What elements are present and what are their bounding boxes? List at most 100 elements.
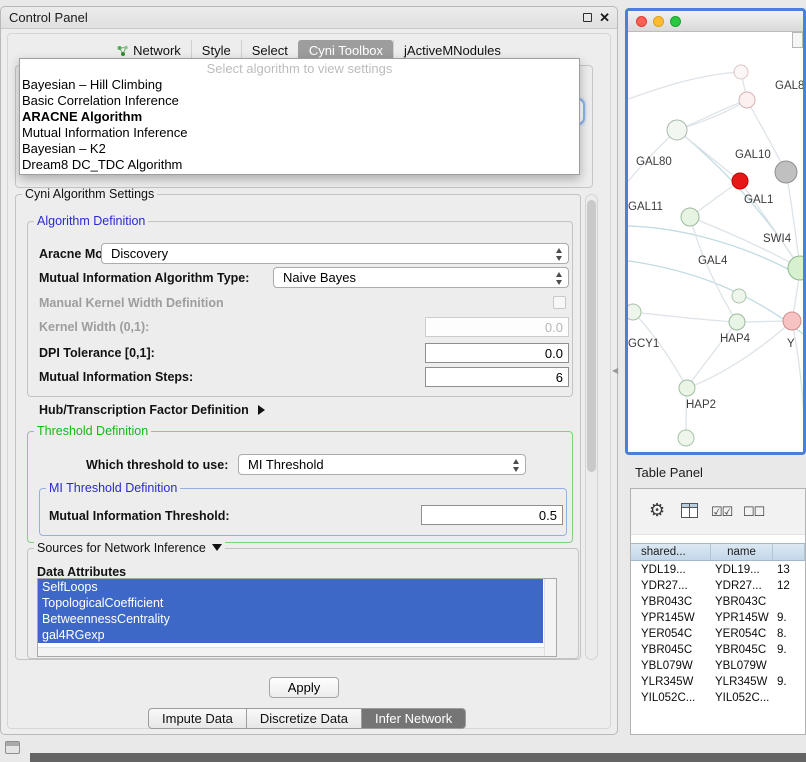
node-label: GCY1 — [628, 338, 659, 350]
algorithm-option[interactable]: Dream8 DC_TDC Algorithm — [20, 157, 579, 173]
network-edge[interactable] — [633, 312, 737, 322]
network-edge[interactable] — [786, 172, 800, 268]
table-cell: YBR045C — [711, 642, 773, 658]
table-row[interactable]: YDR27...YDR27...12 — [631, 578, 805, 594]
network-edge[interactable] — [677, 130, 740, 181]
network-node[interactable] — [681, 208, 699, 226]
network-node[interactable] — [775, 161, 797, 183]
sources-group-title[interactable]: Sources for Network Inference — [34, 541, 225, 555]
algorithm-option[interactable]: Bayesian – K2 — [20, 141, 579, 157]
network-window-titlebar[interactable] — [628, 11, 803, 32]
node-label: SWI4 — [763, 233, 792, 245]
network-canvas-area[interactable]: GAL8GAL80GAL10GAL11GAL1SWI4GAL4GCY1HAP4Y… — [628, 32, 803, 455]
algorithm-option[interactable]: Bayesian – Hill Climbing — [20, 77, 579, 93]
network-node[interactable] — [679, 380, 695, 396]
network-canvas[interactable]: GAL8GAL80GAL10GAL11GAL1SWI4GAL4GCY1HAP4Y… — [628, 32, 803, 455]
network-node[interactable] — [732, 289, 746, 303]
algorithm-option[interactable]: Basic Correlation Inference — [20, 93, 579, 109]
network-node[interactable] — [732, 173, 748, 189]
which-threshold-select[interactable]: MI Threshold — [238, 454, 526, 475]
settings-scrollbar[interactable] — [585, 194, 598, 660]
network-edge[interactable] — [633, 312, 687, 388]
tab-infer-network[interactable]: Infer Network — [362, 708, 466, 729]
tab-label: Style — [202, 43, 231, 58]
network-node[interactable] — [729, 314, 745, 330]
algorithm-dropdown-list: Bayesian – Hill ClimbingBasic Correlatio… — [20, 77, 579, 173]
network-node[interactable] — [667, 120, 687, 140]
node-label: GAL4 — [698, 255, 728, 267]
tab-discretize-data[interactable]: Discretize Data — [247, 708, 362, 729]
tab-impute-data[interactable]: Impute Data — [148, 708, 247, 729]
network-edge[interactable] — [747, 100, 786, 172]
network-edge[interactable] — [690, 217, 737, 322]
table-row[interactable]: YPR145WYPR145W9. — [631, 610, 805, 626]
column-header[interactable] — [773, 544, 805, 560]
clear-all-checks-icon[interactable]: ☐☐ — [743, 504, 764, 520]
hub-definition-toggle[interactable]: Hub/Transcription Factor Definition — [39, 403, 265, 417]
table-row[interactable]: YER054CYER054C8. — [631, 626, 805, 642]
network-node[interactable] — [783, 312, 801, 330]
table-cell: YBL079W — [711, 658, 773, 674]
aracne-mode-select[interactable]: Discovery — [101, 243, 569, 264]
minimize-window-icon[interactable] — [653, 16, 664, 27]
table-row[interactable]: YDL19...YDL19...13 — [631, 562, 805, 578]
network-node[interactable] — [734, 65, 748, 79]
apply-button[interactable]: Apply — [269, 677, 339, 698]
tab-label: Select — [252, 43, 288, 58]
spinner-arrows-icon — [554, 272, 563, 285]
network-view-window: GAL8GAL80GAL10GAL11GAL1SWI4GAL4GCY1HAP4Y… — [625, 8, 806, 455]
table-cell: 13 — [773, 562, 805, 578]
network-node[interactable] — [628, 304, 641, 320]
gear-icon[interactable]: ⚙ — [649, 501, 665, 519]
float-window-icon[interactable] — [583, 13, 592, 22]
attribute-item[interactable]: BetweennessCentrality — [38, 611, 543, 627]
close-window-icon[interactable] — [636, 16, 647, 27]
scrollbar-thumb[interactable] — [587, 200, 596, 472]
table-cell: 9. — [773, 642, 805, 658]
attribute-item[interactable]: SelfLoops — [38, 579, 543, 595]
network-edge[interactable] — [687, 322, 737, 388]
network-node[interactable] — [678, 430, 694, 446]
algorithm-definition-title: Algorithm Definition — [34, 214, 148, 228]
close-panel-icon[interactable]: ✕ — [599, 11, 610, 24]
panel-mini-icon[interactable] — [5, 741, 20, 754]
zoom-window-icon[interactable] — [670, 16, 681, 27]
node-label: Y — [787, 338, 795, 350]
network-node[interactable] — [788, 256, 803, 280]
network-edge[interactable] — [677, 100, 747, 130]
table-row[interactable]: YIL052C...YIL052C... — [631, 690, 805, 706]
algorithm-option[interactable]: ARACNE Algorithm — [20, 109, 579, 125]
control-panel-titlebar[interactable]: Control Panel ✕ — [1, 7, 617, 29]
select-all-checks-icon[interactable]: ☑☑ — [711, 504, 732, 520]
algorithm-dropdown-popup: Select algorithm to view settings Bayesi… — [19, 58, 580, 175]
data-attributes-listbox[interactable]: SelfLoopsTopologicalCoefficientBetweenne… — [37, 578, 557, 657]
columns-icon[interactable] — [681, 503, 698, 518]
dropdown-placeholder: Select algorithm to view settings — [20, 60, 579, 77]
mi-type-select[interactable]: Naive Bayes — [273, 267, 569, 288]
attribute-item[interactable]: gal4RGexp — [38, 627, 543, 643]
mi-steps-input[interactable] — [425, 367, 569, 387]
network-node[interactable] — [739, 92, 755, 108]
table-row[interactable]: YBR043CYBR043C — [631, 594, 805, 610]
table-row[interactable]: YBL079WYBL079W — [631, 658, 805, 674]
network-edge[interactable] — [628, 72, 741, 102]
mi-threshold-input[interactable] — [421, 505, 563, 525]
table-row[interactable]: YLR345WYLR345W9. — [631, 674, 805, 690]
attribute-item[interactable]: TopologicalCoefficient — [38, 595, 543, 611]
algorithm-option[interactable]: Mutual Information Inference — [20, 125, 579, 141]
network-edge[interactable] — [792, 321, 803, 417]
splitpane-handle[interactable]: ◀ — [612, 366, 618, 375]
table-cell: 9. — [773, 674, 805, 690]
network-edge[interactable] — [687, 321, 792, 388]
collapse-arrow-icon — [258, 405, 265, 415]
dpi-tolerance-input[interactable] — [425, 343, 569, 363]
network-scrollbar-fragment[interactable] — [792, 32, 803, 48]
network-edge[interactable] — [628, 260, 803, 338]
data-attributes-list: SelfLoopsTopologicalCoefficientBetweenne… — [38, 579, 556, 643]
table-row[interactable]: YBR045CYBR045C9. — [631, 642, 805, 658]
column-header[interactable]: shared... — [631, 544, 711, 560]
list-horizontal-scrollbar[interactable] — [38, 647, 544, 656]
mi-type-value: Naive Bayes — [283, 270, 356, 285]
list-vertical-scrollbar[interactable] — [544, 579, 556, 656]
column-header[interactable]: name — [711, 544, 773, 560]
